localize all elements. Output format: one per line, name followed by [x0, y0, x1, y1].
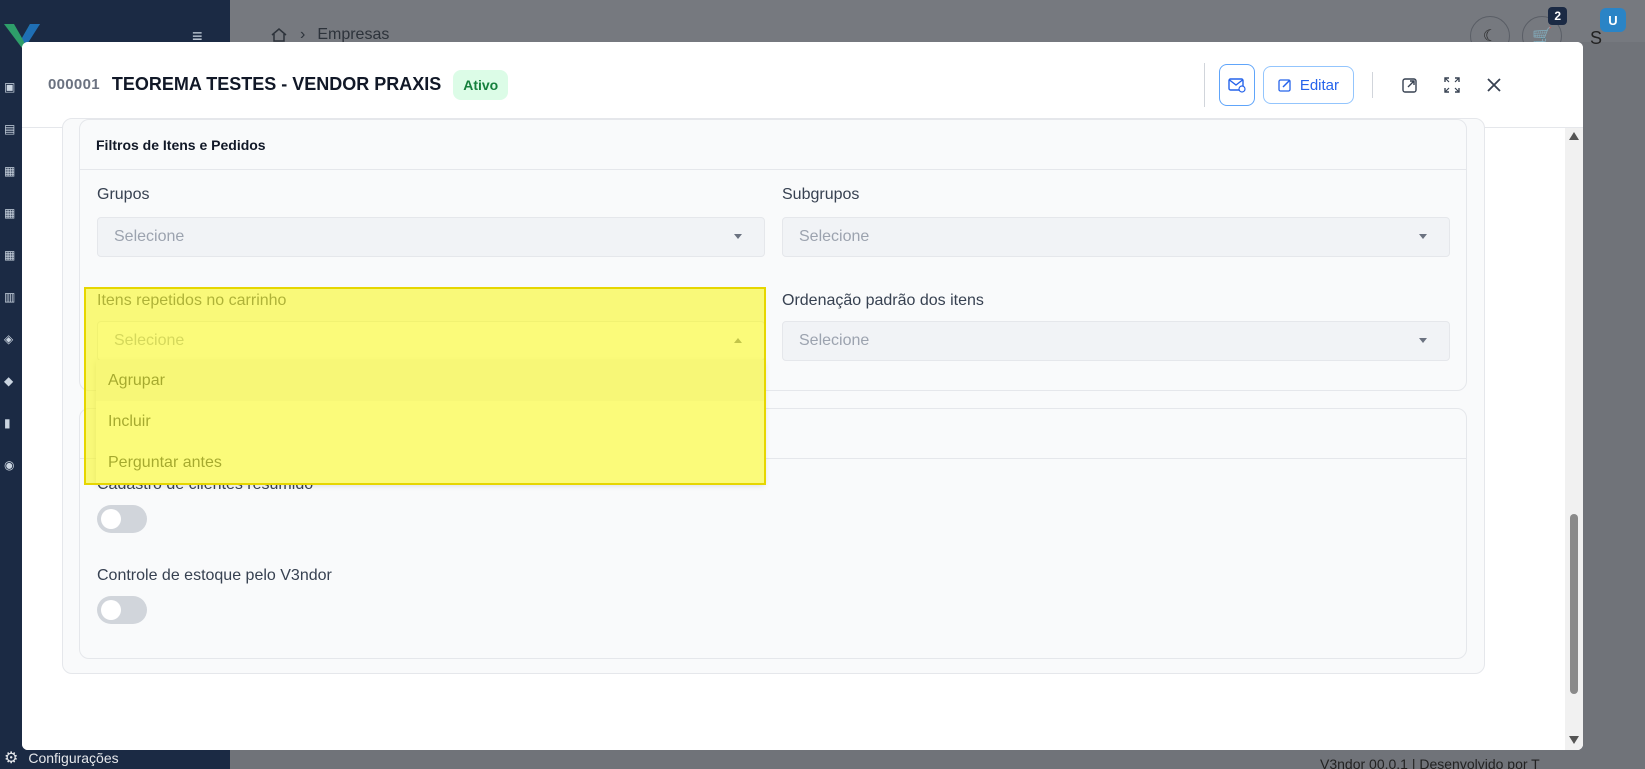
sidebar-icon[interactable]: ▤ [4, 122, 22, 164]
sidebar-icon[interactable]: ▥ [4, 290, 22, 332]
cart-badge: 2 [1548, 7, 1567, 25]
chevron-up-icon [734, 338, 742, 343]
close-icon [1487, 78, 1501, 92]
grupos-label: Grupos [97, 186, 150, 203]
itens-repetidos-select[interactable]: Selecione [97, 321, 765, 361]
sidebar-icon[interactable]: ◈ [4, 332, 22, 374]
ordenacao-select[interactable]: Selecione [782, 321, 1450, 361]
divider [1203, 63, 1205, 107]
divider [1372, 72, 1373, 98]
scrollbar[interactable] [1565, 128, 1583, 750]
company-code: 000001 [48, 76, 100, 93]
modal-title: TEOREMA TESTES - VENDOR PRAXIS [111, 74, 442, 94]
grupos-select[interactable]: Selecione [97, 217, 765, 257]
dropdown-option-incluir[interactable]: Incluir [96, 401, 764, 442]
expand-icon [1444, 77, 1460, 93]
scroll-up-arrow-icon[interactable] [1569, 132, 1579, 140]
edit-icon [1278, 79, 1291, 92]
chevron-down-icon [1419, 234, 1427, 239]
modal-header-actions: Editar [1203, 42, 1583, 128]
sidebar-icon[interactable]: ▮ [4, 416, 22, 458]
scroll-down-arrow-icon[interactable] [1569, 736, 1579, 744]
select-placeholder: Selecione [799, 228, 870, 245]
chevron-down-icon [1419, 338, 1427, 343]
subgrupos-select[interactable]: Selecione [782, 217, 1450, 257]
sidebar-icon[interactable]: ▦ [4, 206, 22, 248]
sidebar-icon[interactable]: ▦ [4, 164, 22, 206]
sidebar-item-configuracoes[interactable]: ⚙ Configurações [4, 748, 119, 768]
select-placeholder: Selecione [114, 332, 185, 349]
sidebar-icon[interactable]: ◆ [4, 374, 22, 416]
edit-button-label: Editar [1299, 76, 1339, 94]
user-initial[interactable]: S [1590, 28, 1602, 49]
edit-button[interactable]: Editar [1262, 66, 1354, 104]
ordenacao-label: Ordenação padrão dos itens [782, 292, 984, 309]
itens-repetidos-dropdown: Agrupar Incluir Perguntar antes [96, 360, 764, 483]
gear-icon: ⚙ [4, 750, 19, 767]
select-placeholder: Selecione [799, 332, 870, 349]
dropdown-option-agrupar[interactable]: Agrupar [96, 360, 764, 401]
select-placeholder: Selecione [114, 228, 185, 245]
sidebar-icon[interactable]: ◉ [4, 458, 22, 500]
open-external-button[interactable] [1391, 66, 1429, 104]
avatar[interactable]: U [1600, 8, 1626, 32]
dropdown-option-perguntar-antes[interactable]: Perguntar antes [96, 442, 764, 483]
sidebar-icon-list: ▣ ▤ ▦ ▦ ▦ ▥ ◈ ◆ ▮ ◉ [4, 80, 22, 500]
chevron-down-icon [734, 234, 742, 239]
subgrupos-label: Subgrupos [782, 186, 860, 203]
background-header [230, 0, 1645, 42]
card-title: Filtros de Itens e Pedidos [80, 120, 1466, 170]
mail-gear-icon [1228, 78, 1246, 93]
modal-body: Filtros de Itens e Pedidos Grupos Seleci… [22, 118, 1583, 750]
scroll-thumb[interactable] [1570, 514, 1578, 694]
sidebar-item-label: Configurações [28, 750, 119, 766]
filters-card: Filtros de Itens e Pedidos Grupos Seleci… [79, 119, 1467, 391]
footer-text: V3ndor 00.0.1 | Desenvolvido por T [1320, 756, 1540, 769]
close-button[interactable] [1475, 66, 1513, 104]
modal-header: 000001 TEOREMA TESTES - VENDOR PRAXIS At… [22, 42, 1583, 128]
cadastro-resumido-toggle[interactable] [97, 505, 147, 533]
company-modal: 000001 TEOREMA TESTES - VENDOR PRAXIS At… [22, 42, 1583, 750]
sidebar-icon[interactable]: ▣ [4, 80, 22, 122]
sidebar-icon[interactable]: ▦ [4, 248, 22, 290]
controle-estoque-toggle[interactable] [97, 596, 147, 624]
status-badge: Ativo [453, 69, 509, 100]
controle-estoque-label: Controle de estoque pelo V3ndor [97, 567, 332, 584]
itens-repetidos-label: Itens repetidos no carrinho [97, 292, 287, 309]
fullscreen-button[interactable] [1433, 66, 1471, 104]
external-link-icon [1402, 78, 1417, 93]
email-settings-button[interactable] [1218, 64, 1255, 106]
